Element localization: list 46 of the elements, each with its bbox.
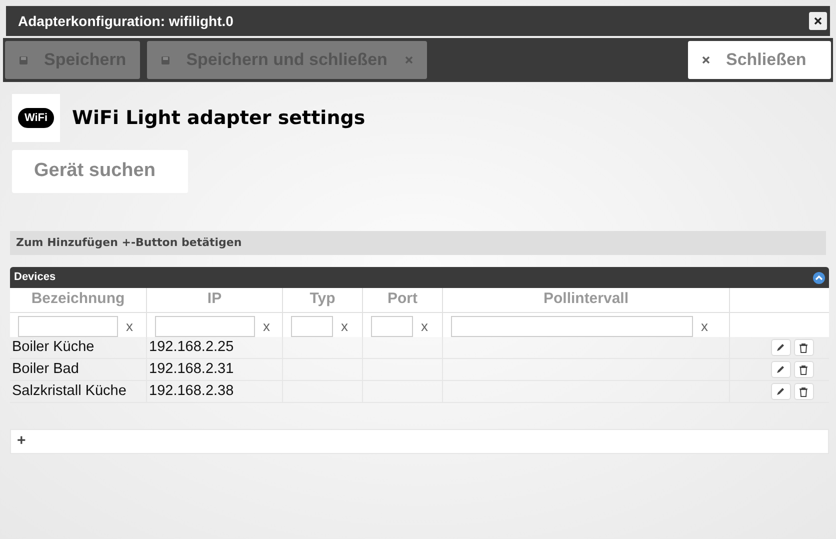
clear-filter[interactable]: x — [263, 316, 270, 337]
table-cell-text: 192.168.2.25 — [149, 338, 234, 357]
close-icon — [702, 56, 710, 64]
table-cell-text: 192.168.2.31 — [149, 360, 234, 379]
wifi-logo: WiFi — [12, 94, 60, 142]
window-title: Adapterkonfiguration: wifilight.0 — [18, 12, 234, 31]
table-cell-text: Boiler Küche — [12, 338, 94, 357]
column-header[interactable]: Typ — [283, 288, 363, 312]
column-header[interactable]: IP — [147, 288, 283, 312]
pencil-icon — [776, 387, 785, 396]
table-title: Devices — [14, 270, 56, 286]
table-cell-text: 192.168.2.38 — [149, 382, 234, 401]
edit-button[interactable] — [770, 361, 790, 378]
delete-button[interactable] — [794, 361, 814, 378]
filter-field[interactable] — [371, 316, 413, 337]
trash-icon — [799, 386, 808, 396]
pencil-icon — [776, 365, 785, 374]
filter-field[interactable] — [451, 316, 693, 337]
clear-filter[interactable]: x — [701, 316, 708, 337]
page-title: WiFi Light adapter settings — [72, 106, 366, 131]
trash-icon — [799, 364, 808, 374]
close-button[interactable] — [809, 12, 827, 30]
add-button[interactable]: + — [17, 430, 26, 453]
clear-filter[interactable]: x — [341, 316, 348, 337]
filter-field[interactable] — [291, 316, 333, 337]
search-device-button[interactable]: Gerät suchen — [12, 150, 188, 193]
table-cell-text: Salzkristall Küche — [12, 382, 126, 401]
pencil-icon — [776, 343, 785, 352]
collapse-icon[interactable] — [813, 272, 825, 284]
edit-button[interactable] — [770, 383, 790, 400]
column-header[interactable]: Bezeichnung — [10, 288, 147, 312]
close-icon — [405, 56, 414, 64]
column-header[interactable]: Port — [363, 288, 443, 312]
edit-button[interactable] — [770, 339, 790, 356]
hint-bar: Zum Hinzufügen +-Button betätigen — [10, 231, 826, 255]
close-icon — [814, 17, 822, 25]
delete-button[interactable] — [794, 339, 814, 356]
delete-button[interactable] — [794, 383, 814, 400]
clear-filter[interactable]: x — [126, 316, 133, 337]
table-cell-text: Boiler Bad — [12, 360, 79, 379]
filter-field[interactable] — [18, 316, 118, 337]
trash-icon — [799, 342, 808, 352]
filter-field[interactable] — [155, 316, 255, 337]
clear-filter[interactable]: x — [421, 316, 428, 337]
column-header[interactable]: Pollintervall — [443, 288, 730, 312]
close-dialog-button[interactable]: Schließen — [688, 41, 831, 79]
